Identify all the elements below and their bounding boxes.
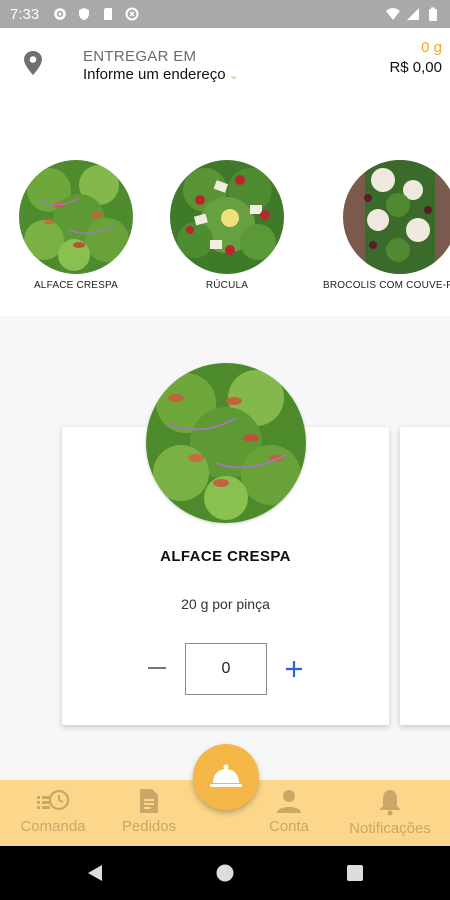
category-carousel[interactable]: ALFACE CRESPA RÚCULA BROCOLIS COM COUVE-…: [0, 96, 450, 316]
battery-icon: [429, 7, 437, 21]
bell-icon: [380, 790, 400, 816]
sd-card-icon: [104, 8, 113, 20]
home-icon[interactable]: [216, 864, 234, 882]
product-image: [146, 363, 306, 523]
decrease-button[interactable]: [146, 657, 168, 679]
sync-icon: [125, 7, 139, 21]
cart-weight: 0 g: [421, 39, 442, 56]
category-label: ALFACE CRESPA: [33, 280, 119, 291]
wifi-icon: [386, 8, 400, 20]
nav-label: Notificações: [349, 820, 431, 837]
cart-price: R$ 0,00: [389, 59, 442, 76]
status-time: 7:33: [10, 5, 40, 23]
address-selector[interactable]: Informe um endereço ⌄: [83, 66, 239, 83]
document-icon: [140, 789, 158, 813]
category-item-alface[interactable]: ALFACE CRESPA: [6, 160, 146, 291]
header: ENTREGAR EM Informe um endereço ⌄ 0 g R$ …: [0, 28, 450, 96]
deliver-label: ENTREGAR EM: [83, 48, 197, 65]
quantity-field[interactable]: 0: [185, 643, 267, 695]
nav-item-pedidos[interactable]: Pedidos: [114, 788, 184, 835]
increase-button[interactable]: [282, 657, 306, 681]
nav-label: Comanda: [20, 818, 86, 835]
product-unit: 20 g por pinça: [181, 596, 270, 612]
nav-item-conta[interactable]: Conta: [262, 788, 316, 835]
nav-label: Conta: [268, 818, 310, 835]
broccoli-cauliflower-salad-image: [343, 160, 450, 274]
nav-item-notificacoes[interactable]: Notificações: [340, 788, 440, 837]
settings-icon: [54, 8, 66, 20]
category-item-brocolis[interactable]: BROCOLIS COM COUVE-F: [323, 160, 450, 291]
recents-icon[interactable]: [346, 864, 364, 882]
address-text: Informe um endereço: [83, 66, 226, 83]
category-label: BROCOLIS COM COUVE-F: [323, 280, 450, 291]
next-product-card[interactable]: [400, 427, 450, 725]
arugula-salad-image: [170, 160, 284, 274]
product-name: ALFACE CRESPA: [160, 548, 291, 565]
cloche-icon: [210, 764, 242, 787]
category-item-rucula[interactable]: RÚCULA: [157, 160, 297, 291]
person-icon: [277, 790, 301, 813]
chevron-down-icon: ⌄: [228, 68, 239, 82]
order-history-icon: [37, 789, 70, 811]
cart-fab-button[interactable]: [193, 744, 259, 810]
system-navigation-bar: [0, 846, 450, 900]
minus-icon: [148, 667, 166, 669]
location-pin-icon[interactable]: [22, 50, 44, 76]
status-bar: 7:33: [0, 0, 450, 28]
category-label: RÚCULA: [205, 280, 249, 291]
lettuce-salad-image: [19, 160, 133, 274]
nav-item-comanda[interactable]: Comanda: [14, 788, 92, 835]
shield-icon: [79, 8, 90, 20]
nav-label: Pedidos: [121, 818, 177, 835]
signal-icon: [407, 8, 419, 20]
back-icon[interactable]: [86, 864, 104, 882]
